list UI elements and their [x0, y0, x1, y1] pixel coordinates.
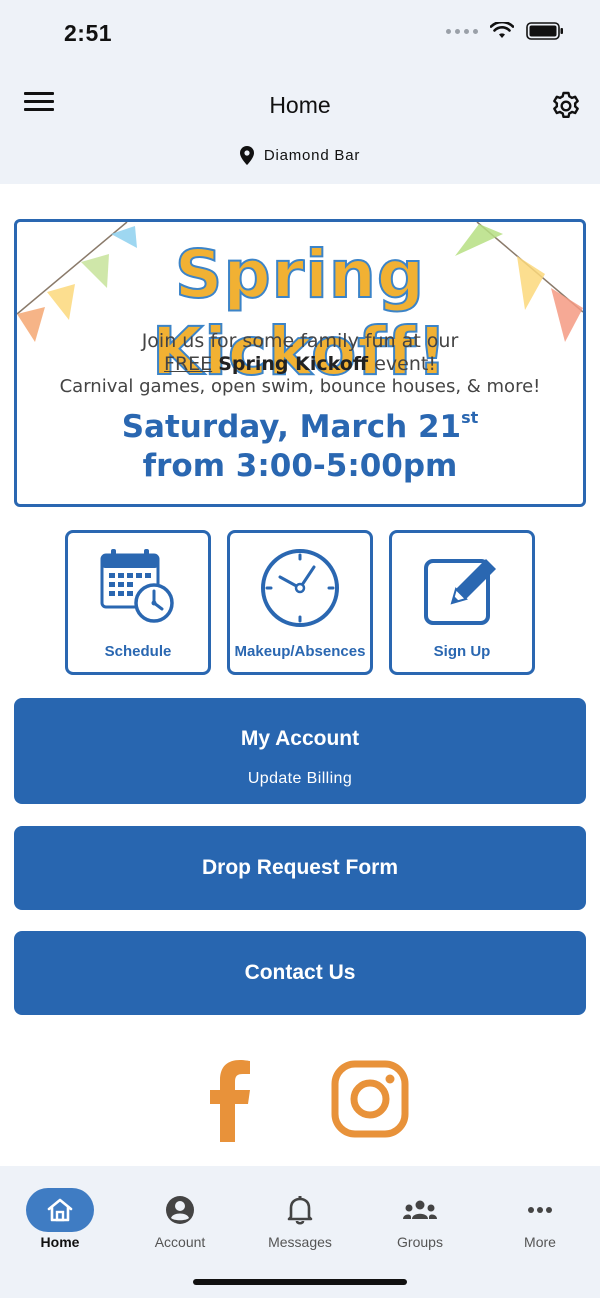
tab-home[interactable]: Home	[0, 1176, 120, 1256]
signal-dots-icon	[446, 28, 478, 34]
tab-label-account: Account	[154, 1234, 206, 1250]
banner-date-suffix: st	[461, 408, 479, 427]
calendar-clock-icon	[100, 549, 174, 623]
tab-label-groups: Groups	[397, 1234, 443, 1250]
account-icon	[146, 1188, 214, 1232]
banner-line-3: Carnival games, open swim, bounce houses…	[59, 376, 541, 397]
banner-line-1: Join us for some family fun at our	[141, 330, 459, 352]
tab-messages[interactable]: Messages	[240, 1176, 360, 1256]
drop-request-form-label: Drop Request Form	[201, 856, 398, 879]
banner-event-name: Spring Kickoff	[218, 353, 369, 375]
facebook-icon[interactable]	[206, 1058, 252, 1142]
more-icon	[506, 1188, 574, 1232]
schedule-tile[interactable]: Schedule	[65, 530, 211, 675]
event-banner[interactable]: Spring Kickoff! Join us for some family …	[14, 219, 586, 507]
page-title: Home	[269, 92, 331, 118]
settings-gear-icon[interactable]	[550, 90, 582, 122]
contact-us-label: Contact Us	[244, 961, 356, 984]
banner-date: Saturday, March 21st	[17, 408, 583, 445]
schedule-label: Schedule	[104, 643, 172, 660]
tab-label-home: Home	[40, 1234, 80, 1250]
tab-more[interactable]: More	[480, 1176, 600, 1256]
status-icons	[446, 22, 564, 40]
makeup-absences-label: Makeup/Absences	[234, 643, 366, 660]
tab-account[interactable]: Account	[120, 1176, 240, 1256]
tab-groups[interactable]: Groups	[360, 1176, 480, 1256]
bell-icon	[266, 1188, 334, 1232]
battery-icon	[526, 22, 563, 40]
makeup-absences-tile[interactable]: Makeup/Absences	[227, 530, 373, 675]
instagram-icon[interactable]	[331, 1060, 409, 1138]
update-billing-label: Update Billing	[247, 770, 353, 787]
edit-icon	[424, 559, 496, 625]
tab-label-messages: Messages	[268, 1234, 332, 1250]
drop-request-form-button[interactable]: Drop Request Form	[14, 826, 586, 910]
my-account-button[interactable]: My Account Update Billing	[14, 698, 586, 804]
groups-icon	[386, 1188, 454, 1232]
banner-date-text: Saturday, March 21	[121, 409, 462, 445]
contact-us-button[interactable]: Contact Us	[14, 931, 586, 1015]
banner-time: from 3:00-5:00pm	[142, 448, 458, 484]
banner-line-2: FREE Spring Kickoff event!	[17, 353, 583, 375]
clock-icon	[261, 549, 339, 627]
home-indicator	[193, 1279, 407, 1285]
banner-event-suffix: event!	[374, 353, 436, 375]
location-pin-icon	[239, 146, 254, 165]
top-bar: 2:51 Home Diamond Bar	[0, 0, 600, 184]
nav-bar: Home	[0, 80, 600, 132]
sign-up-label: Sign Up	[433, 643, 491, 660]
status-time: 2:51	[64, 20, 113, 46]
wifi-icon	[490, 22, 514, 38]
location-selector[interactable]: Diamond Bar	[0, 146, 600, 165]
banner-free-text: FREE	[164, 353, 213, 375]
home-icon	[26, 1188, 94, 1232]
my-account-label: My Account	[240, 727, 360, 750]
tab-label-more: More	[524, 1234, 556, 1250]
sign-up-tile[interactable]: Sign Up	[389, 530, 535, 675]
location-label: Diamond Bar	[263, 147, 361, 164]
